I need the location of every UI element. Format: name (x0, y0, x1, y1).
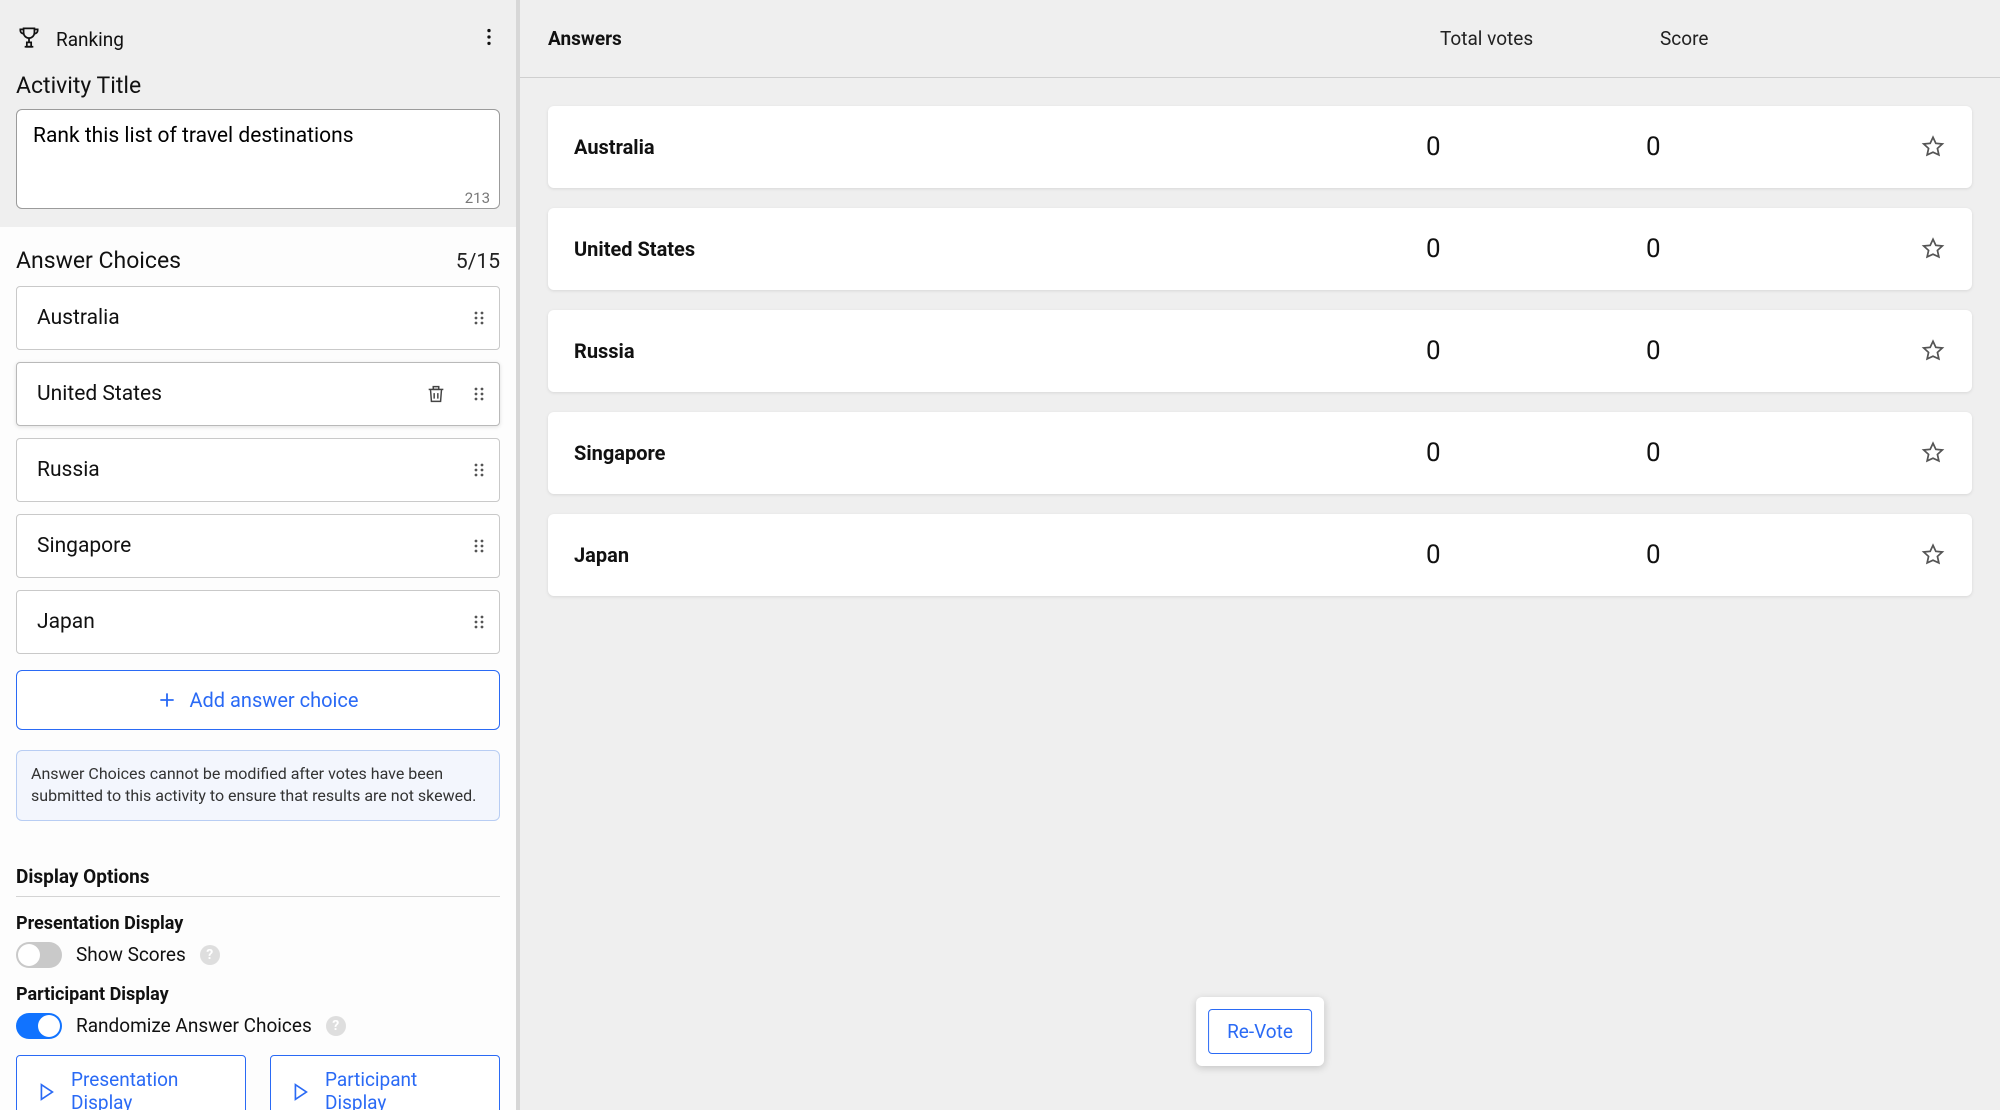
drag-handle-icon[interactable] (471, 386, 487, 402)
header-score: Score (1660, 27, 1920, 50)
answer-votes: 0 (1426, 132, 1646, 162)
star-icon[interactable] (1906, 440, 1946, 466)
answer-name: Russia (574, 339, 1426, 363)
add-choice-label: Add answer choice (189, 688, 358, 712)
answer-votes: 0 (1426, 438, 1646, 468)
drag-handle-icon[interactable] (471, 538, 487, 554)
help-icon[interactable]: ? (326, 1016, 346, 1036)
show-scores-label: Show Scores (76, 943, 186, 966)
activity-title-label: Activity Title (16, 72, 500, 99)
show-scores-row: Show Scores ? (16, 942, 500, 968)
participant-display-title: Participant Display (16, 984, 500, 1005)
answer-result-row: Japan00 (548, 514, 1972, 596)
activity-type-label: Ranking (56, 28, 124, 51)
answer-score: 0 (1646, 132, 1906, 162)
sidebar-body: Answer Choices 5/15 Australia United Stat… (0, 227, 516, 1110)
randomize-label: Randomize Answer Choices (76, 1014, 312, 1037)
editor-sidebar: Ranking Activity Title 213 Answer Choice… (0, 0, 520, 1110)
answer-choice-text[interactable]: Australia (37, 306, 471, 330)
add-answer-choice-button[interactable]: Add answer choice (16, 670, 500, 730)
revote-button[interactable]: Re-Vote (1208, 1009, 1312, 1054)
answer-choice-row[interactable]: Japan (16, 590, 500, 654)
activity-title-input-wrap: 213 (16, 109, 500, 213)
answer-votes: 0 (1426, 234, 1646, 264)
answer-result-row: United States00 (548, 208, 1972, 290)
answer-name: United States (574, 237, 1426, 261)
answer-choice-text[interactable]: Russia (37, 458, 471, 482)
show-scores-toggle[interactable] (16, 942, 62, 968)
answer-choices-list: Australia United States Russia Singapore Jap… (16, 286, 500, 666)
presentation-display-title: Presentation Display (16, 913, 500, 934)
answer-score: 0 (1646, 438, 1906, 468)
answer-choice-text[interactable]: United States (37, 382, 425, 406)
participant-display-button[interactable]: Participant Display (270, 1055, 500, 1110)
presentation-display-button[interactable]: Presentation Display (16, 1055, 246, 1110)
activity-title-input[interactable] (16, 109, 500, 209)
participant-display-button-label: Participant Display (325, 1069, 481, 1110)
header-total-votes: Total votes (1440, 27, 1660, 50)
answer-result-row: Russia00 (548, 310, 1972, 392)
answer-name: Singapore (574, 441, 1426, 465)
revote-container: Re-Vote (1196, 997, 1324, 1066)
drag-handle-icon[interactable] (471, 462, 487, 478)
star-icon[interactable] (1906, 236, 1946, 262)
answer-choice-text[interactable]: Singapore (37, 534, 471, 558)
display-options-section: Display Options Presentation Display Sho… (16, 865, 500, 1110)
more-options-icon[interactable] (478, 26, 500, 52)
answer-choices-info: Answer Choices cannot be modified after … (16, 750, 500, 821)
presentation-display-button-label: Presentation Display (71, 1069, 227, 1110)
trophy-icon (16, 24, 42, 54)
results-header: Answers Total votes Score (520, 0, 2000, 78)
answer-choices-count: 5/15 (456, 250, 500, 274)
randomize-row: Randomize Answer Choices ? (16, 1013, 500, 1039)
answer-score: 0 (1646, 234, 1906, 264)
answer-choice-row[interactable]: Russia (16, 438, 500, 502)
randomize-toggle[interactable] (16, 1013, 62, 1039)
answer-choice-row[interactable]: Singapore (16, 514, 500, 578)
display-options-title: Display Options (16, 865, 500, 897)
answer-choices-header: Answer Choices 5/15 (16, 247, 500, 274)
sidebar-top-section: Ranking Activity Title 213 (0, 0, 516, 227)
answer-choice-text[interactable]: Japan (37, 610, 471, 634)
answer-score: 0 (1646, 540, 1906, 570)
answer-result-row: Singapore00 (548, 412, 1972, 494)
answer-votes: 0 (1426, 336, 1646, 366)
star-icon[interactable] (1906, 542, 1946, 568)
results-panel: Answers Total votes Score Australia00Uni… (520, 0, 2000, 1110)
answer-choice-row[interactable]: Australia (16, 286, 500, 350)
help-icon[interactable]: ? (200, 945, 220, 965)
display-buttons-row: Presentation Display Participant Display (16, 1055, 500, 1110)
star-icon[interactable] (1906, 338, 1946, 364)
activity-header: Ranking (16, 24, 500, 54)
drag-handle-icon[interactable] (471, 614, 487, 630)
char-remaining-counter: 213 (465, 189, 490, 207)
answer-results-list: Australia00United States00Russia00Singap… (520, 78, 2000, 616)
answer-name: Australia (574, 135, 1426, 159)
answer-name: Japan (574, 543, 1426, 567)
delete-choice-icon[interactable] (425, 383, 447, 405)
drag-handle-icon[interactable] (471, 310, 487, 326)
answer-result-row: Australia00 (548, 106, 1972, 188)
answer-votes: 0 (1426, 540, 1646, 570)
answer-score: 0 (1646, 336, 1906, 366)
answer-choice-row[interactable]: United States (16, 362, 500, 426)
answer-choices-label: Answer Choices (16, 247, 181, 274)
header-answers: Answers (548, 27, 1440, 50)
star-icon[interactable] (1906, 134, 1946, 160)
